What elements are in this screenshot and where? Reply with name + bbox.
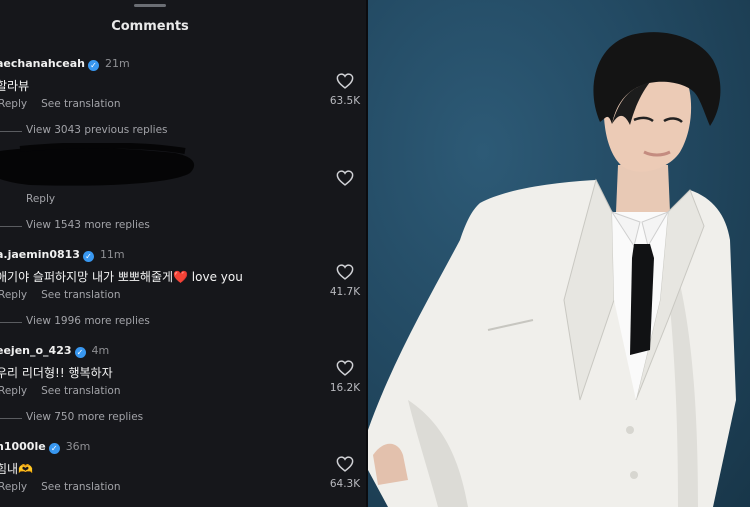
see-translation-button[interactable]: See translation bbox=[41, 481, 120, 493]
comment-text: 우리 리더형!! 행복하자 bbox=[0, 366, 113, 380]
reply-button[interactable]: Reply bbox=[0, 481, 27, 493]
username[interactable]: a.jaemin0813 bbox=[0, 248, 80, 261]
verified-badge-icon: ✓ bbox=[87, 60, 99, 71]
like-count: 16.2K bbox=[329, 382, 361, 394]
comment-time: 4m bbox=[91, 344, 110, 357]
comment-header: aechanahceah ✓ 21m bbox=[0, 57, 130, 71]
like-count: 63.5K bbox=[329, 95, 361, 107]
panel-title: Comments bbox=[111, 19, 189, 34]
heart-icon[interactable] bbox=[336, 360, 354, 376]
comments-panel: Comments aechanahceah ✓ 21m 할라뷰 Reply See t… bbox=[0, 0, 366, 507]
reply-button[interactable]: Reply bbox=[0, 98, 27, 110]
reply-button[interactable]: Reply bbox=[0, 385, 27, 397]
comment-time: 11m bbox=[99, 248, 125, 261]
comment-text: 할라뷰 bbox=[0, 79, 30, 93]
comment-text: 애기야 슬퍼하지망 내가 뽀뽀해줄게❤️ love you bbox=[0, 270, 243, 284]
view-replies-link[interactable]: View 750 more replies bbox=[0, 411, 143, 423]
see-translation-button[interactable]: See translation bbox=[41, 289, 120, 301]
comment-text: 힘내🫶 bbox=[0, 462, 34, 476]
person-in-white-suit-illustration bbox=[368, 32, 736, 507]
see-translation-button[interactable]: See translation bbox=[41, 385, 120, 397]
comment-time: 36m bbox=[65, 440, 91, 453]
comment-actions: Reply See translation bbox=[0, 481, 120, 493]
verified-badge-icon: ✓ bbox=[74, 347, 86, 358]
photo bbox=[368, 0, 750, 507]
comment-header: h1000le ✓ 36m bbox=[0, 440, 90, 454]
see-translation-button[interactable]: See translation bbox=[41, 98, 120, 110]
reply-button[interactable]: Reply bbox=[0, 289, 27, 301]
verified-badge-icon: ✓ bbox=[82, 251, 94, 262]
username[interactable]: h1000le bbox=[0, 440, 46, 453]
comment-actions: Reply See translation bbox=[0, 289, 120, 301]
comment-actions: Reply bbox=[26, 193, 55, 205]
heart-icon[interactable] bbox=[336, 170, 354, 186]
view-replies-link[interactable]: View 3043 previous replies bbox=[0, 124, 168, 136]
drag-handle[interactable] bbox=[134, 4, 166, 7]
view-replies-link[interactable]: View 1996 more replies bbox=[0, 315, 150, 327]
comment-time: 21m bbox=[104, 57, 130, 70]
like-count: 64.3K bbox=[329, 478, 361, 490]
username[interactable]: aechanahceah bbox=[0, 57, 85, 70]
redaction-scribble bbox=[0, 143, 195, 186]
comment-actions: Reply See translation bbox=[0, 98, 120, 110]
heart-icon[interactable] bbox=[336, 264, 354, 280]
like-count: 41.7K bbox=[329, 286, 361, 298]
view-replies-link[interactable]: View 1543 more replies bbox=[0, 219, 150, 231]
verified-badge-icon: ✓ bbox=[48, 443, 60, 454]
comment-header: eejen_o_423 ✓ 4m bbox=[0, 344, 109, 358]
reply-button[interactable]: Reply bbox=[26, 193, 55, 205]
heart-icon[interactable] bbox=[336, 73, 354, 89]
comment-actions: Reply See translation bbox=[0, 385, 120, 397]
heart-icon[interactable] bbox=[336, 456, 354, 472]
comment-header: a.jaemin0813 ✓ 11m bbox=[0, 248, 125, 262]
username[interactable]: eejen_o_423 bbox=[0, 344, 72, 357]
